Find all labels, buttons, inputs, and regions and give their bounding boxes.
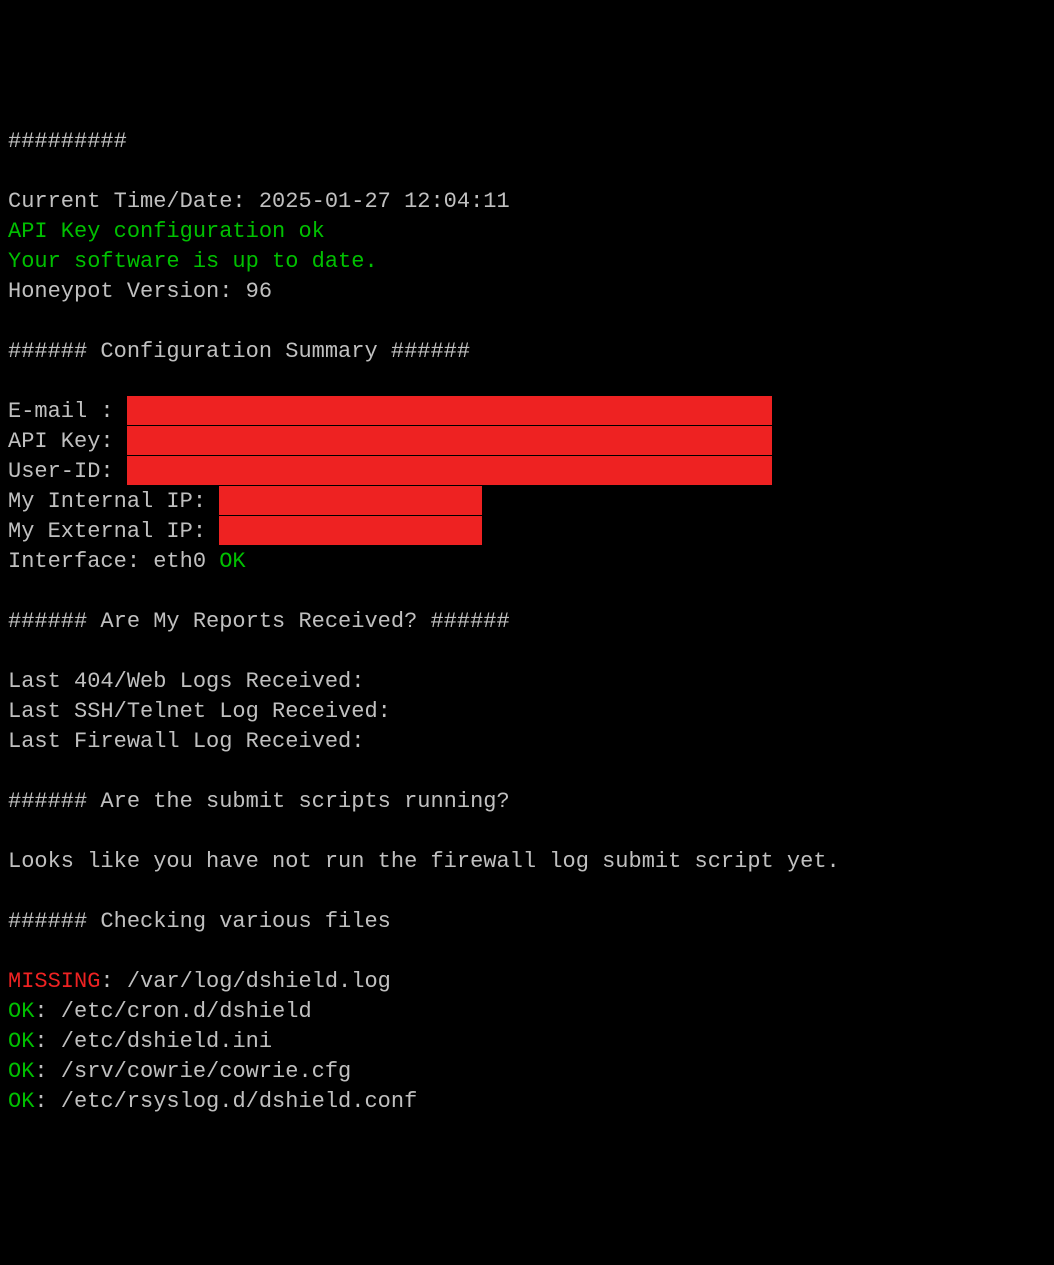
software-uptodate: Your software is up to date. bbox=[8, 247, 1046, 277]
current-time-value: 2025-01-27 12:04:11 bbox=[259, 189, 510, 214]
redacted-block bbox=[219, 516, 482, 545]
interface-label: Interface: eth0 bbox=[8, 549, 219, 574]
redacted-block bbox=[127, 456, 772, 485]
apikey-label: API Key: bbox=[8, 429, 127, 454]
internal-ip-label: My Internal IP: bbox=[8, 489, 219, 514]
ok-label: OK bbox=[8, 1029, 34, 1054]
external-ip-label: My External IP: bbox=[8, 519, 219, 544]
interface-status: OK bbox=[219, 549, 245, 574]
ok-file-2: : /srv/cowrie/cowrie.cfg bbox=[34, 1059, 351, 1084]
ok-file-3: : /etc/rsyslog.d/dshield.conf bbox=[34, 1089, 417, 1114]
ok-file-1: : /etc/dshield.ini bbox=[34, 1029, 272, 1054]
redacted-block bbox=[219, 486, 482, 515]
terminal-output: ######### Current Time/Date: 2025-01-27 … bbox=[8, 127, 1046, 1117]
ok-label: OK bbox=[8, 1059, 34, 1084]
missing-label: MISSING bbox=[8, 969, 100, 994]
firewall-script-msg: Looks like you have not run the firewall… bbox=[8, 847, 1046, 877]
ok-label: OK bbox=[8, 999, 34, 1024]
last-ssh: Last SSH/Telnet Log Received: bbox=[8, 697, 1046, 727]
userid-label: User-ID: bbox=[8, 459, 127, 484]
missing-file: : /var/log/dshield.log bbox=[100, 969, 390, 994]
config-summary-header: ###### Configuration Summary ###### bbox=[8, 337, 1046, 367]
api-config-ok: API Key configuration ok bbox=[8, 217, 1046, 247]
ok-label: OK bbox=[8, 1089, 34, 1114]
honeypot-version-label: Honeypot Version: bbox=[8, 279, 246, 304]
hashes: ######### bbox=[8, 127, 1046, 157]
submit-scripts-header: ###### Are the submit scripts running? bbox=[8, 787, 1046, 817]
redacted-block bbox=[127, 396, 772, 425]
current-time-label: Current Time/Date: bbox=[8, 189, 259, 214]
checking-files-header: ###### Checking various files bbox=[8, 907, 1046, 937]
reports-header: ###### Are My Reports Received? ###### bbox=[8, 607, 1046, 637]
last-firewall: Last Firewall Log Received: bbox=[8, 727, 1046, 757]
redacted-block bbox=[127, 426, 772, 455]
last-404: Last 404/Web Logs Received: bbox=[8, 667, 1046, 697]
ok-file-0: : /etc/cron.d/dshield bbox=[34, 999, 311, 1024]
email-label: E-mail : bbox=[8, 399, 127, 424]
honeypot-version-value: 96 bbox=[246, 279, 272, 304]
